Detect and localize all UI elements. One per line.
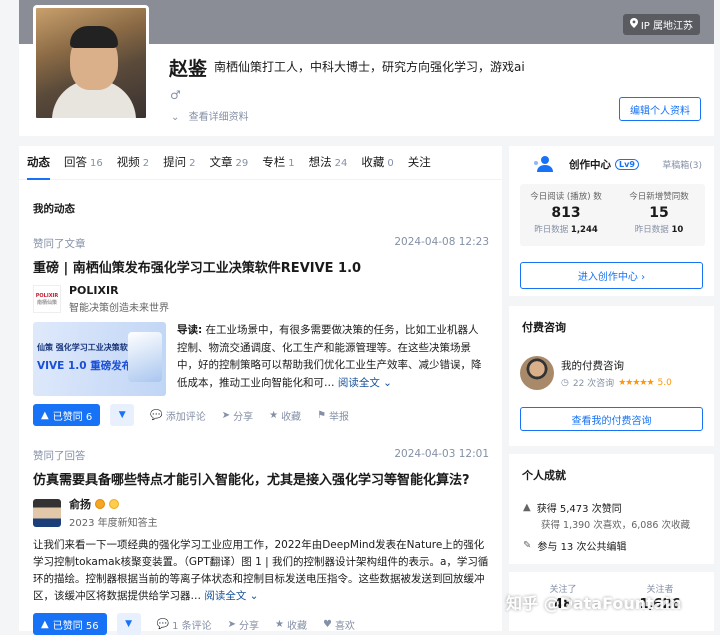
read-more-link[interactable]: 阅读全文 ⌄ [338,377,392,389]
chevron-down-icon: ⌄ [171,112,180,123]
creator-center-title[interactable]: 创作中心 Lv9 [569,157,639,172]
paid-consult-card: 付费咨询 我的付费咨询 ◷ 22 次咨询 ★★★★★ 5.0 查看我的付费咨询 [509,306,714,446]
upvote-triangle-icon: ▲ [41,409,49,421]
tab-collections[interactable]: 收藏 0 [361,146,393,180]
paid-consult-name[interactable]: 我的付费咨询 [561,358,624,373]
star-icon: ★ [269,409,279,421]
share-button[interactable]: ➤ 分享 [228,617,259,632]
creator-stats: 今日阅读 (播放) 数 813 昨日数据 1,244 今日新增赞同数 15 昨日… [520,184,705,246]
tab-articles[interactable]: 文章 29 [209,146,248,180]
share-icon: ➤ [227,618,236,630]
stat-value: 15 [649,205,669,221]
feed-item: 赞同了文章 2024-04-08 12:23 重磅 | 南栖仙策发布强化学习工业… [33,236,489,426]
tab-questions[interactable]: 提问 2 [163,146,195,180]
upvote-button[interactable]: ▲ 已赞同 6 [33,404,101,426]
downvote-button[interactable]: ▼ [110,404,135,426]
downvote-triangle-icon: ▼ [118,410,126,420]
gender-male-icon: ♂ [170,88,181,102]
tab-thoughts[interactable]: 想法 24 [309,146,348,180]
profile-tabs: 动态 回答 16 视频 2 提问 2 文章 29 专栏 1 想法 24 收藏 0 关注 [19,146,502,180]
creator-badge-icon [95,499,105,509]
star-icon: ★ [275,618,284,630]
avatar[interactable] [33,5,149,121]
profile-headline: 南栖仙策打工人，中科大博士，研究方向强化学习，游戏ai [214,60,525,74]
edit-icon: ✎ [523,540,532,551]
upvote-button[interactable]: ▲ 已赞同 56 [33,613,107,635]
author-description: 2023 年度新知答主 [69,518,158,529]
tab-columns[interactable]: 专栏 1 [262,146,294,180]
author-name[interactable]: 俞扬 [69,496,158,512]
rating-score: 5.0 [657,377,672,388]
drafts-link[interactable]: 草稿箱(3) [662,158,702,171]
edit-profile-button[interactable]: 编辑个人资料 [619,97,701,121]
flag-icon: ⚑ [317,409,327,421]
enter-creator-center-button[interactable]: 进入创作中心 › [520,262,703,289]
upvote-triangle-icon: ▲ [41,618,49,630]
comment-button[interactable]: 💬 1 条评论 [157,617,212,632]
author-description: 智能决策创造未来世界 [69,303,169,314]
activity-action: 赞同了回答 [33,450,86,462]
rating-stars: ★★★★★ [618,377,654,388]
downvote-button[interactable]: ▼ [116,613,141,635]
report-button[interactable]: ⚑ 举报 [317,408,349,423]
creator-center-card: 创作中心 Lv9 草稿箱(3) 今日阅读 (播放) 数 813 昨日数据 1,2… [509,146,714,296]
upvote-icon: ▲ [523,502,531,513]
ip-location-badge: IP 属地江苏 [622,14,700,35]
feed-item: 赞同了回答 2024-04-03 12:01 仿真需要具备哪些特点才能引入智能化… [33,448,489,635]
author-logo[interactable]: POLIXIR 南栖仙策 [33,285,61,313]
achievements-title: 个人成就 [522,469,566,482]
public-edits: 参与 13 次公共编辑 [537,542,627,553]
avatar [520,356,554,390]
tab-answers[interactable]: 回答 16 [64,146,103,180]
heart-icon: ♥ [322,618,332,630]
tab-activity[interactable]: 动态 [27,146,50,180]
tab-following[interactable]: 关注 [408,146,431,180]
answer-excerpt[interactable]: 让我们来看一下一项经典的强化学习工业应用工作，2022年由DeepMind发表在… [33,537,489,605]
item-title-link[interactable]: 重磅 | 南栖仙策发布强化学习工业决策软件REVIVE 1.0 [33,260,489,277]
section-title: 我的动态 [33,203,75,215]
main-feed-card: 动态 回答 16 视频 2 提问 2 文章 29 专栏 1 想法 24 收藏 0 关注 我的动… [19,146,502,635]
activity-action: 赞同了文章 [33,238,86,250]
read-more-link[interactable]: 阅读全文 ⌄ [204,590,258,602]
collect-button[interactable]: ★ 收藏 [269,408,301,423]
achievements-card: 个人成就 ▲ 获得 5,473 次赞同 获得 1,390 次喜欢，6,086 次… [509,454,714,564]
article-thumbnail[interactable]: 仙策 强化学习工业决策软件 VIVE 1.0 重磅发布 [33,322,166,396]
likes-collects: 获得 1,390 次喜欢，6,086 次收藏 [541,520,690,531]
view-paid-consult-button[interactable]: 查看我的付费咨询 [520,407,703,431]
new-knowledge-badge-icon [109,499,119,509]
profile-header: 赵鉴 南栖仙策打工人，中科大博士，研究方向强化学习，游戏ai ♂ ⌄ 查看详细资… [19,5,714,136]
paid-consult-title: 付费咨询 [522,321,566,334]
clock-icon: ◷ [561,377,569,388]
consult-count: 22 次咨询 [572,379,615,389]
article-excerpt[interactable]: 导读: 在工业场景中，有很多需要做决策的任务，比如工业机器人控制、物流交通调度、… [177,322,489,396]
share-button[interactable]: ➤ 分享 [222,408,253,423]
collect-button[interactable]: ★ 收藏 [275,617,307,632]
watermark: 知乎 @DataFountain [506,594,682,613]
activity-time: 2024-04-08 12:23 [394,236,489,248]
likes-received: 获得 5,473 次赞同 [536,504,622,515]
comment-icon: 💬 [156,618,170,630]
level-badge: Lv9 [615,159,639,170]
creator-center-icon [534,156,553,172]
item-title-link[interactable]: 仿真需要具备哪些特点才能引入智能化，尤其是接入强化学习等智能化算法? [33,472,489,489]
author-avatar[interactable] [33,498,61,527]
downvote-triangle-icon: ▼ [125,619,133,629]
share-icon: ➤ [221,409,231,421]
stat-value: 813 [551,205,581,221]
comment-icon: 💬 [150,409,163,421]
location-pin-icon [629,18,638,31]
author-name[interactable]: POLIXIR [69,284,169,297]
comment-button[interactable]: 💬 添加评论 [150,408,205,423]
activity-time: 2024-04-03 12:01 [394,448,489,460]
like-button[interactable]: ♥ 喜欢 [323,617,355,632]
view-details-link[interactable]: ⌄ 查看详细资料 [171,108,249,123]
ip-location-label: IP 属地江苏 [640,21,693,32]
tab-videos[interactable]: 视频 2 [117,146,149,180]
profile-name: 赵鉴 [169,58,208,80]
